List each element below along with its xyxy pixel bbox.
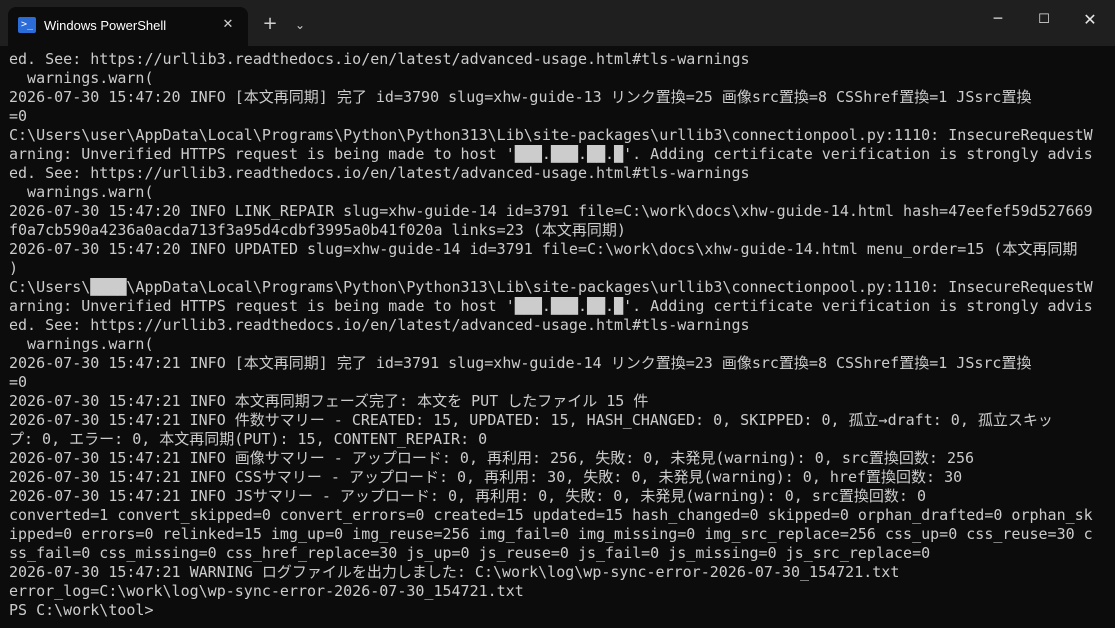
minimize-button[interactable]: ─ (975, 0, 1021, 40)
terminal-line: warnings.warn( (9, 183, 154, 201)
terminal-line: warnings.warn( (9, 335, 154, 353)
new-tab-button[interactable]: + (258, 13, 282, 37)
tab-title: Windows PowerShell (44, 18, 167, 33)
terminal-line: converted=1 convert_skipped=0 convert_er… (9, 506, 1093, 524)
powershell-icon: >_ (18, 17, 36, 33)
terminal-line: 2026-07-30 15:47:21 WARNING ログファイルを出力しまし… (9, 563, 900, 581)
terminal-line: ) (9, 259, 19, 277)
terminal-line: 2026-07-30 15:47:21 INFO 件数サマリー - CREATE… (9, 411, 1053, 429)
terminal-line: ipped=0 errors=0 relinked=15 img_up=0 im… (9, 525, 1093, 543)
terminal-output[interactable]: ed. See: https://urllib3.readthedocs.io/… (0, 46, 1115, 628)
terminal-line: 2026-07-30 15:47:21 INFO CSSサマリー - アップロー… (9, 468, 963, 486)
tab-windows-powershell[interactable]: >_ Windows PowerShell ✕ (8, 7, 248, 46)
terminal-line: 2026-07-30 15:47:20 INFO [本文再同期] 完了 id=3… (9, 88, 1032, 106)
terminal-lines: ed. See: https://urllib3.readthedocs.io/… (9, 50, 1105, 620)
terminal-line: 2026-07-30 15:47:21 INFO 画像サマリー - アップロード… (9, 449, 975, 467)
terminal-prompt[interactable]: PS C:\work\tool> (9, 601, 1105, 620)
terminal-line: arning: Unverified HTTPS request is bein… (9, 297, 1093, 315)
terminal-line: C:\Users\████\AppData\Local\Programs\Pyt… (9, 278, 1093, 296)
terminal-line: 2026-07-30 15:47:20 INFO LINK_REPAIR slu… (9, 202, 1093, 220)
chevron-down-icon[interactable]: ⌄ (288, 13, 312, 37)
maximize-button[interactable]: ☐ (1021, 0, 1067, 40)
terminal-line: ed. See: https://urllib3.readthedocs.io/… (9, 50, 750, 68)
terminal-line: 2026-07-30 15:47:20 INFO UPDATED slug=xh… (9, 240, 1078, 258)
terminal-line: 2026-07-30 15:47:21 INFO JSサマリー - アップロード… (9, 487, 927, 505)
tab-close-icon[interactable]: ✕ (218, 15, 238, 35)
terminal-line: f0a7cb590a4236a0acda713f3a95d4cdbf3995a0… (9, 221, 626, 239)
terminal-line: =0 (9, 373, 28, 391)
terminal-line: プ: 0, エラー: 0, 本文再同期(PUT): 15, CONTENT_RE… (9, 430, 488, 448)
terminal-line: error_log=C:\work\log\wp-sync-error-2026… (9, 582, 524, 600)
terminal-line: 2026-07-30 15:47:21 INFO [本文再同期] 完了 id=3… (9, 354, 1032, 372)
terminal-line: ed. See: https://urllib3.readthedocs.io/… (9, 316, 750, 334)
terminal-line: 2026-07-30 15:47:21 INFO 本文再同期フェーズ完了: 本文… (9, 392, 649, 410)
terminal-line: warnings.warn( (9, 69, 154, 87)
terminal-line: C:\Users\user\AppData\Local\Programs\Pyt… (9, 126, 1093, 144)
terminal-line: arning: Unverified HTTPS request is bein… (9, 145, 1093, 163)
title-bar[interactable]: >_ Windows PowerShell ✕ + ⌄ ─ ☐ ✕ (0, 0, 1115, 46)
terminal-window: >_ Windows PowerShell ✕ + ⌄ ─ ☐ ✕ ed. Se… (0, 0, 1115, 628)
terminal-line: ed. See: https://urllib3.readthedocs.io/… (9, 164, 750, 182)
close-button[interactable]: ✕ (1067, 0, 1113, 40)
terminal-line: =0 (9, 107, 28, 125)
terminal-line: ss_fail=0 css_missing=0 css_href_replace… (9, 544, 931, 562)
